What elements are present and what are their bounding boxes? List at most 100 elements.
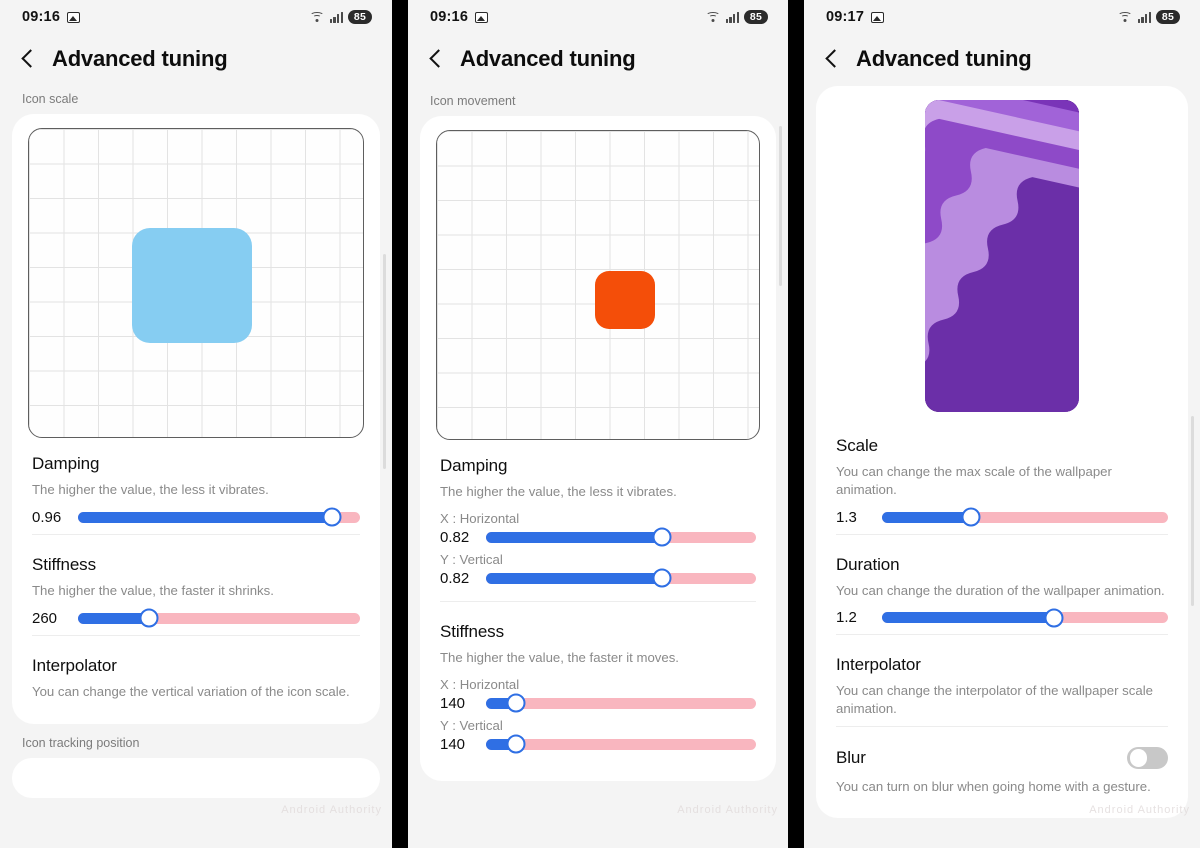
settings-card: Scale You can change the max scale of th… [816, 86, 1188, 818]
divider [836, 533, 1168, 535]
setting-interpolator[interactable]: Interpolator You can change the interpol… [832, 641, 1172, 733]
slider-track[interactable] [882, 507, 1168, 527]
status-time: 09:16 [430, 9, 469, 25]
setting-title: Interpolator [836, 655, 921, 675]
slider-value: 1.2 [836, 609, 857, 627]
section-label-icon-scale: Icon scale [22, 92, 79, 106]
slider-track[interactable] [486, 568, 756, 588]
page-title: Advanced tuning [856, 46, 1032, 71]
setting-description: You can change the interpolator of the w… [836, 683, 1153, 717]
slider-track[interactable] [882, 608, 1168, 628]
slider-fill [486, 572, 662, 584]
three-phone-comparison: 09:16 85 Advanced tuning Icon scale Damp… [0, 0, 1200, 848]
status-bar: 09:16 85 [0, 0, 392, 34]
slider-damping-y[interactable]: 0.82 [440, 568, 756, 588]
slider-damping-x[interactable]: 0.82 [440, 527, 756, 547]
divider [836, 726, 1168, 728]
slider-track[interactable] [78, 608, 360, 628]
slider-knob[interactable] [652, 527, 671, 547]
wallpaper-preview-wrap [832, 96, 1172, 422]
scrollbar[interactable] [1191, 416, 1194, 606]
slider-stiffness[interactable]: 260 [32, 608, 360, 628]
slider-damping[interactable]: 0.96 [32, 507, 360, 527]
slider-track[interactable] [486, 527, 756, 547]
app-bar: Advanced tuning [408, 34, 788, 86]
app-bar: Advanced tuning [804, 34, 1200, 86]
slider-scale[interactable]: 1.3 [836, 507, 1168, 527]
setting-description: You can change the duration of the wallp… [836, 582, 1165, 598]
picture-icon [871, 11, 885, 23]
slider-knob[interactable] [139, 608, 158, 628]
phone-panel-icon-scale: 09:16 85 Advanced tuning Icon scale Damp… [0, 0, 392, 848]
battery-badge: 85 [347, 10, 372, 24]
status-bar-left: 09:16 [430, 9, 489, 25]
settings-card: Damping The higher the value, the less i… [12, 114, 380, 725]
slider-track[interactable] [486, 734, 756, 754]
signal-icon [725, 11, 739, 23]
settings-card-next[interactable] [12, 758, 380, 799]
setting-interpolator[interactable]: Interpolator You can change the vertical… [28, 642, 364, 709]
axis-label-y: Y : Vertical [440, 551, 503, 567]
scroll-body[interactable]: Scale You can change the max scale of th… [804, 86, 1200, 844]
axis-label-x: X : Horizontal [440, 510, 520, 526]
section-label-icon-tracking: Icon tracking position [22, 736, 140, 751]
setting-description: The higher the value, the faster it shri… [32, 582, 274, 598]
slider-stiffness-y[interactable]: 140 [440, 734, 756, 754]
scrollbar[interactable] [779, 126, 782, 286]
setting-description: The higher the value, the less it vibrat… [32, 482, 269, 497]
wifi-icon [706, 11, 721, 23]
setting-stiffness: Stiffness The higher the value, the fast… [436, 608, 760, 765]
back-chevron-icon[interactable] [18, 49, 38, 69]
setting-description: The higher the value, the less it vibrat… [440, 484, 677, 499]
signal-icon [1137, 11, 1151, 23]
slider-knob[interactable] [652, 568, 671, 588]
setting-description: You can change the max scale of the wall… [836, 464, 1112, 497]
status-bar-right: 85 [310, 10, 372, 24]
back-chevron-icon[interactable] [426, 49, 446, 69]
slider-duration[interactable]: 1.2 [836, 608, 1168, 628]
divider [440, 600, 756, 602]
setting-title: Interpolator [32, 655, 117, 675]
scrollbar[interactable] [383, 254, 386, 469]
scroll-body[interactable]: Damping The higher the value, the less i… [408, 116, 788, 848]
icon-preview-square [595, 271, 655, 329]
slider-knob[interactable] [506, 734, 526, 754]
blur-toggle[interactable] [1127, 747, 1168, 770]
setting-title: Damping [440, 456, 508, 475]
status-bar: 09:16 85 [408, 0, 788, 34]
icon-preview-square [132, 228, 252, 343]
page-title: Advanced tuning [52, 46, 228, 71]
settings-card: Damping The higher the value, the less i… [420, 116, 776, 781]
status-time: 09:16 [22, 9, 61, 25]
slider-fill [882, 511, 971, 523]
blur-row[interactable]: Blur [836, 747, 1168, 770]
slider-knob[interactable] [961, 507, 981, 527]
scroll-body[interactable]: Damping The higher the value, the less i… [0, 114, 392, 848]
wallpaper-preview[interactable] [925, 100, 1079, 412]
slider-value: 0.82 [440, 569, 470, 587]
slider-track[interactable] [78, 507, 360, 527]
picture-icon [475, 11, 489, 23]
slider-value: 260 [32, 609, 58, 627]
status-time: 09:17 [826, 9, 865, 25]
panel-gap [788, 0, 804, 848]
setting-damping: Damping The higher the value, the less i… [28, 438, 364, 541]
slider-track[interactable] [486, 693, 756, 713]
back-chevron-icon[interactable] [822, 49, 842, 69]
slider-knob[interactable] [506, 693, 526, 713]
wifi-icon [1118, 11, 1133, 23]
signal-icon [329, 11, 343, 23]
phone-panel-wallpaper-animation: 09:17 85 Advanced tuning Scale You can c… [804, 0, 1200, 848]
slider-value: 0.82 [440, 528, 470, 546]
setting-title: Scale [836, 436, 879, 455]
status-bar-right: 85 [706, 10, 768, 24]
slider-knob[interactable] [1044, 608, 1064, 628]
slider-stiffness-x[interactable]: 140 [440, 693, 756, 713]
setting-title: Blur [836, 748, 866, 768]
axis-label-y: Y : Vertical [440, 717, 503, 733]
battery-badge: 85 [1155, 10, 1180, 24]
slider-value: 1.3 [836, 508, 857, 526]
setting-blur: Blur You can turn on blur when going hom… [832, 733, 1172, 802]
slider-knob[interactable] [322, 507, 342, 527]
picture-icon [67, 11, 81, 23]
